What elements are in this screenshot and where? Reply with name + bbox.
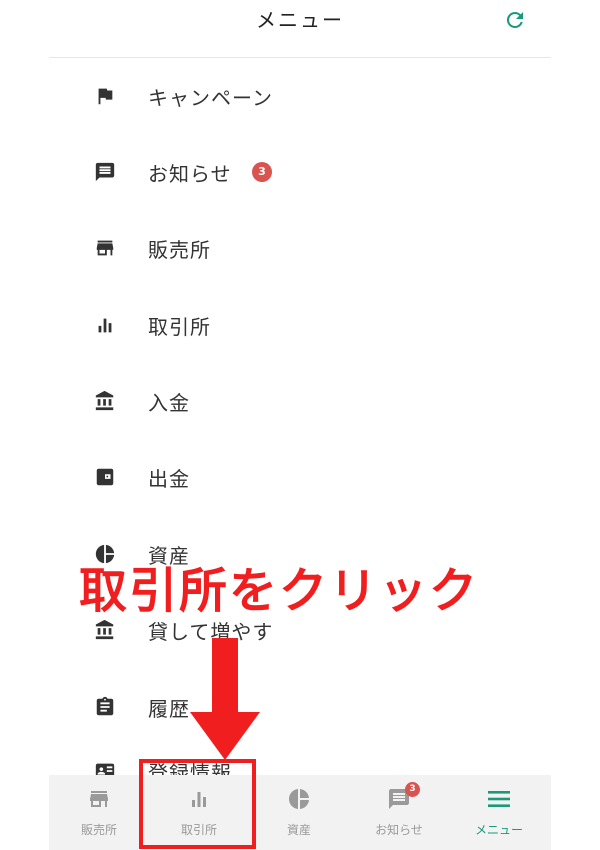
tab-label: 販売所 [80,823,117,837]
tab-label: メニュー [474,823,523,837]
store-icon [90,791,108,807]
clipboard-icon [96,696,114,716]
menu-item-label: 取引所 [148,315,211,339]
tab-label: 資産 [286,823,311,837]
id-card-icon [95,763,115,775]
menu-item-label: 入金 [148,391,190,415]
menu-item-label: 販売所 [148,238,211,262]
menu-item-label: 履歴 [148,697,190,721]
bar-chart-icon [192,792,206,807]
bottom-tab-bar: 販売所 取引所 資産 3 お知らせ メニュー [49,775,551,850]
menu-item-label: 出金 [148,467,190,491]
header: メニュー [0,0,600,42]
tab-news[interactable]: 3 お知らせ [349,775,449,850]
message-icon [95,162,115,182]
wallet-icon [96,468,114,486]
store-icon [96,240,114,256]
tab-exchange[interactable]: 取引所 [149,775,249,850]
bank-icon [95,390,114,411]
notification-badge: 3 [405,782,420,797]
menu-item-news[interactable]: お知らせ 3 [49,147,551,197]
pie-chart-icon [289,789,309,809]
tab-assets[interactable]: 資産 [249,775,349,850]
header-divider [49,57,551,58]
bank-icon [95,619,114,640]
menu-item-withdraw[interactable]: 出金 [49,452,551,502]
tab-label: 取引所 [180,823,217,837]
menu-item-label: お知らせ [148,162,232,186]
notification-badge: 3 [252,162,272,182]
tab-label: お知らせ [375,823,423,837]
annotation-arrow [190,638,260,760]
refresh-icon[interactable] [503,8,527,32]
menu-item-registration[interactable]: 登録情報 [49,746,551,775]
menu-item-campaign[interactable]: キャンペーン [49,71,551,121]
tab-store[interactable]: 販売所 [49,775,149,850]
flag-icon [98,88,113,105]
menu-item-store[interactable]: 販売所 [49,223,551,273]
menu-item-deposit[interactable]: 入金 [49,376,551,426]
menu-item-label: キャンペーン [148,86,273,110]
menu-item-history[interactable]: 履歴 [49,682,551,732]
instruction-annotation: 取引所をクリック [79,563,480,619]
menu-item-exchange[interactable]: 取引所 [49,300,551,350]
hamburger-icon [488,791,510,807]
bar-chart-icon [98,318,112,333]
tab-menu[interactable]: メニュー [449,775,549,850]
